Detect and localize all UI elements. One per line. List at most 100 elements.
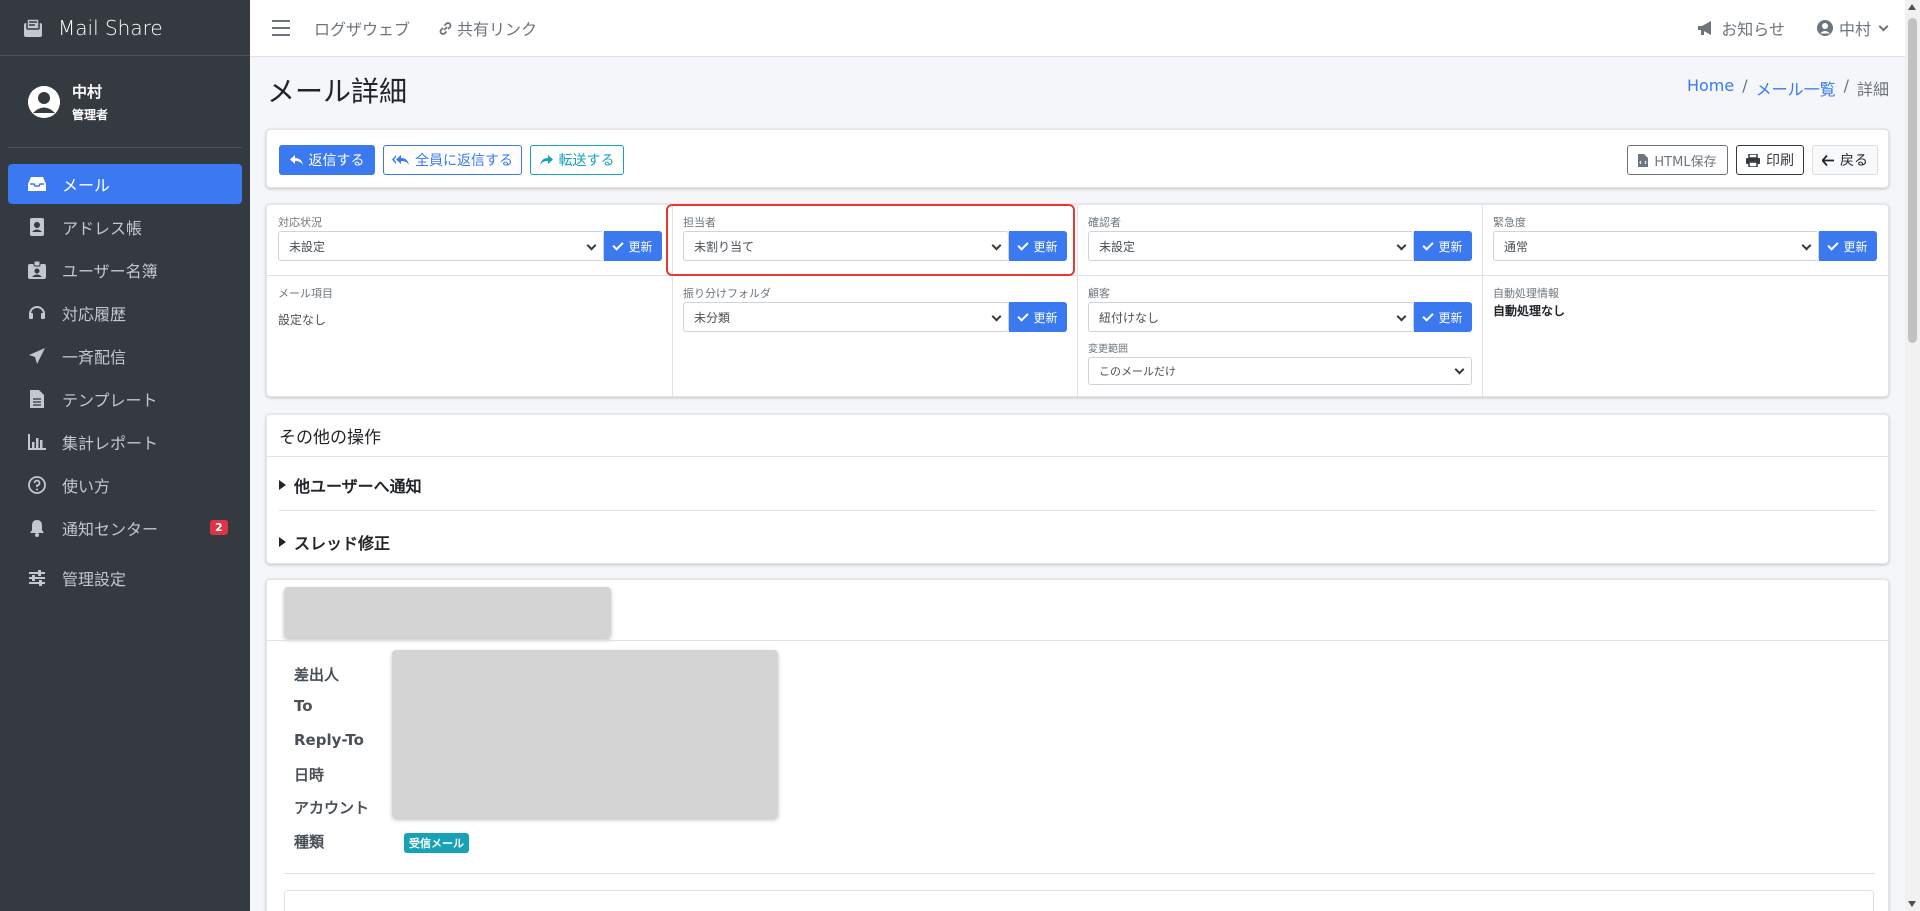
scrollbar-thumb[interactable] bbox=[1908, 18, 1917, 343]
chevron-down-icon bbox=[1801, 240, 1812, 251]
breadcrumb-home[interactable]: Home bbox=[1687, 76, 1734, 100]
menu-toggle-icon[interactable] bbox=[272, 20, 290, 36]
page-scrollbar[interactable] bbox=[1905, 0, 1920, 911]
back-button[interactable]: 戻る bbox=[1812, 145, 1878, 175]
shared-link-label: 共有リンク bbox=[457, 20, 538, 39]
sidebar-item-report[interactable]: 集計レポート bbox=[8, 422, 242, 462]
brand-link[interactable]: Mail Share bbox=[0, 0, 250, 56]
breadcrumb-separator: / bbox=[1742, 76, 1748, 95]
folder-update-button[interactable]: 更新 bbox=[1009, 302, 1067, 332]
status-select[interactable]: 未設定 bbox=[278, 231, 604, 261]
status-label: 対応状況 bbox=[278, 216, 322, 229]
column-divider bbox=[1077, 205, 1078, 396]
customer-select[interactable]: 紐付けなし bbox=[1088, 302, 1414, 332]
scope-select[interactable]: このメールだけ bbox=[1088, 357, 1472, 385]
html-save-button[interactable]: HTML保存 bbox=[1627, 145, 1728, 175]
shared-link[interactable]: 共有リンク bbox=[438, 16, 537, 40]
notify-other-users-toggle[interactable]: 他ユーザーへ通知 bbox=[279, 473, 422, 497]
other-operations-panel: その他の操作 他ユーザーへ通知 スレッド修正 bbox=[266, 414, 1889, 564]
divider bbox=[279, 510, 1876, 511]
urgency-select[interactable]: 通常 bbox=[1493, 231, 1819, 261]
customer-update-button[interactable]: 更新 bbox=[1414, 302, 1472, 332]
user-avatar-icon bbox=[28, 85, 60, 118]
reply-button[interactable]: 返信する bbox=[279, 145, 375, 175]
user-menu-label: 中村 bbox=[1838, 20, 1871, 39]
mail-type-badge: 受信メール bbox=[404, 833, 469, 853]
notice-label: お知らせ bbox=[1721, 20, 1785, 39]
chevron-down-icon bbox=[1396, 311, 1407, 322]
arrow-left-icon bbox=[1822, 154, 1834, 166]
check-icon bbox=[1827, 238, 1840, 251]
caret-right-icon bbox=[279, 480, 286, 490]
headset-icon bbox=[26, 303, 48, 323]
row-divider bbox=[267, 275, 1888, 276]
account-label: アカウント bbox=[294, 799, 370, 817]
file-icon bbox=[26, 389, 48, 409]
scroll-down-arrow-icon[interactable] bbox=[1908, 901, 1916, 907]
to-label: To bbox=[294, 697, 313, 715]
urgency-update-button[interactable]: 更新 bbox=[1819, 231, 1877, 261]
confirmer-select-value: 未設定 bbox=[1099, 239, 1136, 254]
reply-button-label: 返信する bbox=[308, 153, 365, 169]
urgency-label: 緊急度 bbox=[1493, 216, 1526, 229]
customer-select-value: 紐付けなし bbox=[1099, 310, 1160, 325]
confirmer-select[interactable]: 未設定 bbox=[1088, 231, 1414, 261]
status-update-button[interactable]: 更新 bbox=[604, 231, 662, 261]
notice-link[interactable]: お知らせ bbox=[1697, 16, 1785, 40]
folder-label: 振り分けフォルダ bbox=[683, 287, 771, 300]
sidebar-item-label: 管理設定 bbox=[62, 570, 127, 589]
sidebar-item-label: 通知センター bbox=[62, 520, 159, 539]
sidebar-item-history[interactable]: 対応履歴 bbox=[8, 293, 242, 333]
auto-process-value: 自動処理なし bbox=[1493, 304, 1566, 318]
user-circle-icon bbox=[1816, 20, 1833, 36]
sidebar-item-label: 使い方 bbox=[62, 477, 111, 496]
sidebar-item-admin-settings[interactable]: 管理設定 bbox=[8, 558, 242, 598]
link-icon bbox=[438, 21, 453, 36]
forward-button[interactable]: 転送する bbox=[530, 145, 624, 175]
print-button[interactable]: 印刷 bbox=[1736, 145, 1804, 175]
sidebar-item-address-book[interactable]: アドレス帳 bbox=[8, 207, 242, 247]
reply-to-label: Reply-To bbox=[294, 731, 364, 749]
column-divider bbox=[1482, 205, 1483, 396]
id-badge-icon bbox=[26, 260, 48, 280]
folder-select-value: 未分類 bbox=[694, 310, 731, 325]
sidebar-item-mail[interactable]: メール bbox=[8, 164, 242, 204]
scroll-up-arrow-icon[interactable] bbox=[1908, 4, 1916, 10]
breadcrumb-mail-list[interactable]: メール一覧 bbox=[1756, 76, 1836, 100]
sidebar-item-user-list[interactable]: ユーザー名簿 bbox=[8, 250, 242, 290]
status-select-value: 未設定 bbox=[289, 239, 326, 254]
sliders-icon bbox=[26, 568, 48, 588]
sidebar-item-label: 対応履歴 bbox=[62, 305, 127, 324]
update-label: 更新 bbox=[1438, 310, 1463, 325]
logtheweb-link[interactable]: ログザウェブ bbox=[314, 16, 410, 40]
assignee-highlight-box bbox=[666, 204, 1075, 276]
sidebar-nav: メール アドレス帳 ユーザー名簿 対応履歴 一斉配信 テンプレート 集計レポート bbox=[0, 164, 250, 598]
folder-select[interactable]: 未分類 bbox=[683, 302, 1009, 332]
breadcrumb-separator: / bbox=[1843, 76, 1849, 95]
confirmer-update-button[interactable]: 更新 bbox=[1414, 231, 1472, 261]
sidebar-item-template[interactable]: テンプレート bbox=[8, 379, 242, 419]
print-button-label: 印刷 bbox=[1766, 153, 1794, 169]
page-title: メール詳細 bbox=[267, 75, 408, 108]
reply-all-button-label: 全員に返信する bbox=[415, 153, 513, 169]
reply-all-button[interactable]: 全員に返信する bbox=[383, 145, 522, 175]
sidebar-item-broadcast[interactable]: 一斉配信 bbox=[8, 336, 242, 376]
from-label: 差出人 bbox=[294, 666, 340, 684]
back-button-label: 戻る bbox=[1840, 153, 1868, 169]
paper-plane-icon bbox=[26, 346, 48, 366]
thread-fix-toggle[interactable]: スレッド修正 bbox=[279, 530, 390, 554]
mail-settings-panel: 対応状況 未設定 更新 担当者 未割り当て 更新 確認者 未設定 更新 緊急度 … bbox=[266, 204, 1889, 397]
mail-body-frame bbox=[284, 890, 1874, 911]
user-panel[interactable]: 中村 管理者 bbox=[8, 56, 242, 148]
sidebar-item-notification-center[interactable]: 通知センター 2 bbox=[8, 508, 242, 548]
divider bbox=[284, 873, 1875, 874]
user-menu[interactable]: 中村 bbox=[1816, 16, 1889, 40]
mail-item-value: 設定なし bbox=[278, 313, 327, 327]
update-label: 更新 bbox=[1843, 239, 1868, 254]
forward-icon bbox=[539, 154, 553, 166]
mail-item-label: メール項目 bbox=[278, 287, 333, 300]
scope-select-value: このメールだけ bbox=[1099, 365, 1176, 378]
sidebar-item-help[interactable]: 使い方 bbox=[8, 465, 242, 505]
chevron-down-icon bbox=[991, 311, 1002, 322]
scope-label: 変更範囲 bbox=[1088, 344, 1128, 355]
